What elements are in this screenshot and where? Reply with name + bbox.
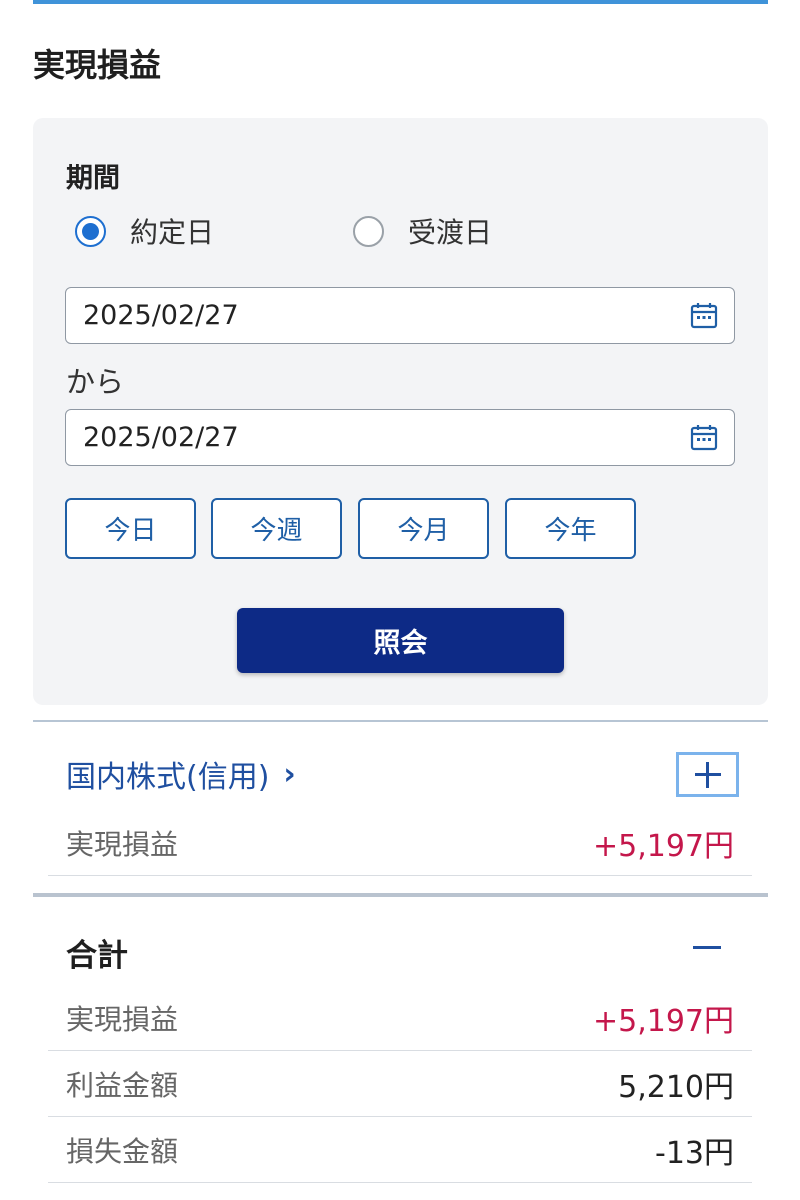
domestic-realized-pnl-row: 実現損益 +5,197円 [48, 810, 752, 876]
quick-year-button[interactable]: 今年 [505, 498, 636, 559]
total-realized-pnl-row: 実現損益 +5,197円 [48, 985, 752, 1051]
range-separator-label: から [66, 365, 125, 399]
quick-month-button[interactable]: 今月 [358, 498, 489, 559]
section-divider-thick [33, 893, 768, 897]
row-label: 利益金額 [66, 1068, 179, 1102]
chevron-right-icon: › [283, 756, 296, 792]
radio-settlement-date[interactable]: 受渡日 [353, 213, 492, 249]
row-label: 実現損益 [66, 827, 179, 861]
inquiry-button[interactable]: 照会 [237, 608, 564, 673]
date-to-input[interactable]: 2025/02/27 [65, 409, 735, 466]
radio-label-trade-date: 約定日 [130, 216, 215, 249]
domestic-margin-title[interactable]: 国内株式(信用) [66, 752, 269, 796]
date-from-value[interactable]: 2025/02/27 [83, 300, 674, 331]
total-loss-row: 損失金額 -13円 [48, 1117, 752, 1183]
page-title: 実現損益 [33, 46, 162, 84]
row-value: +5,197円 [592, 1003, 734, 1039]
collapse-button[interactable] [681, 925, 733, 970]
total-section-title: 合計 [66, 938, 128, 974]
row-label: 損失金額 [66, 1134, 179, 1168]
radio-label-settlement-date: 受渡日 [408, 216, 493, 249]
row-value: -13円 [655, 1135, 734, 1171]
period-label: 期間 [66, 163, 120, 194]
calendar-icon[interactable] [674, 287, 734, 344]
top-accent-bar [33, 0, 768, 4]
quick-today-button[interactable]: 今日 [65, 498, 196, 559]
radio-button-selected[interactable] [75, 215, 106, 247]
radio-button-unselected[interactable] [353, 215, 384, 247]
minus-icon [693, 946, 721, 949]
row-label: 実現損益 [66, 1002, 179, 1036]
date-from-input[interactable]: 2025/02/27 [65, 287, 735, 344]
calendar-icon[interactable] [674, 409, 734, 466]
filter-panel: 期間 約定日 受渡日 2025/02/27 から 2025/02/27 今日 今… [33, 118, 768, 705]
radio-trade-date[interactable]: 約定日 [75, 213, 214, 249]
plus-icon-vertical [706, 761, 709, 788]
expand-button[interactable] [676, 752, 739, 797]
quick-week-button[interactable]: 今週 [211, 498, 342, 559]
row-value: 5,210円 [618, 1069, 734, 1105]
date-to-value[interactable]: 2025/02/27 [83, 422, 674, 453]
total-profit-row: 利益金額 5,210円 [48, 1051, 752, 1117]
section-divider [33, 720, 768, 722]
row-value: +5,197円 [592, 828, 734, 864]
domestic-margin-link[interactable]: 国内株式(信用) › [66, 752, 296, 796]
